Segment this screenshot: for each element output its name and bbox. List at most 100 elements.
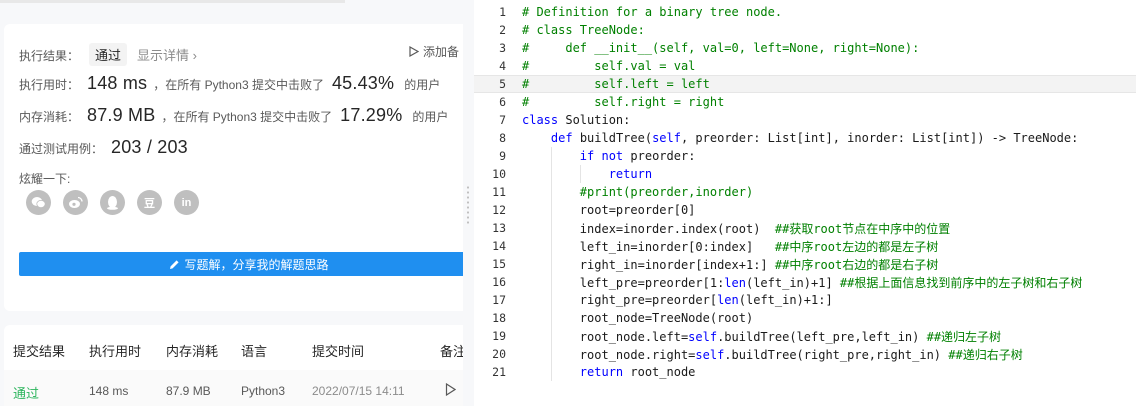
table-row[interactable]: 通过 148 ms 87.9 MB Python3 2022/07/15 14:… <box>4 370 463 406</box>
indent-guide <box>550 183 552 201</box>
memory-suffix: 的用户 <box>412 110 449 124</box>
line-number: 3 <box>499 41 506 55</box>
code-line[interactable]: 15 right_in=inorder[index+1:] ##中序root右边… <box>474 255 1136 273</box>
indent-guide <box>550 327 552 345</box>
share-row-label: 炫耀一下: <box>19 170 70 187</box>
indent-guide <box>550 255 552 273</box>
code-line[interactable]: 11 #print(preorder,inorder) <box>474 183 1136 201</box>
show-details-link[interactable]: 显示详情 › <box>137 45 197 64</box>
code-text: if not preorder: <box>579 149 696 163</box>
memory-row: 内存消耗： 87.9 MB ，在所有 Python3 提交中击败了 17.29%… <box>19 105 448 126</box>
col-header-runtime: 执行用时 <box>89 344 142 359</box>
linkedin-icon[interactable]: in <box>174 190 199 215</box>
play-icon <box>409 46 419 57</box>
code-text: return root_node <box>579 365 696 379</box>
code-editor[interactable]: 1 # Definition for a binary tree node. 2 # … <box>474 0 1136 406</box>
code-line[interactable]: 1 # Definition for a binary tree node. <box>474 3 1136 21</box>
row-language: Python3 <box>241 384 286 398</box>
code-text: root_node=TreeNode(root) <box>522 311 754 325</box>
code-line[interactable]: 7 class Solution: <box>474 111 1136 129</box>
line-number: 17 <box>492 293 506 307</box>
col-header-memory: 内存消耗 <box>166 344 219 359</box>
line-number: 15 <box>492 257 506 271</box>
write-solution-label: 写题解，分享我的解题思路 <box>184 257 329 272</box>
col-header-note: 备注 <box>440 344 463 359</box>
line-number: 13 <box>492 221 506 235</box>
col-header-language: 语言 <box>241 344 268 359</box>
code-lines: 1 # Definition for a binary tree node. 2 # … <box>474 3 1136 381</box>
code-text: # self.right = right <box>522 95 725 109</box>
code-line[interactable]: 2 # class TreeNode: <box>474 21 1136 39</box>
code-line[interactable]: 14 left_in=inorder[0:index] ##中序root左边的都… <box>474 237 1136 255</box>
line-number: 2 <box>499 23 506 37</box>
code-line[interactable]: 18 root_node=TreeNode(root) <box>474 309 1136 327</box>
write-solution-button[interactable]: 写题解，分享我的解题思路 <box>19 252 463 276</box>
code-text: index=inorder.index(root) ##获取root节点在中序中… <box>522 221 951 236</box>
code-text: right_pre=preorder[len(left_in)+1:] <box>522 293 833 307</box>
runtime-value: 148 ms <box>87 73 148 93</box>
code-line[interactable]: 5 # self.left = left <box>474 75 1136 93</box>
douban-icon[interactable]: 豆 <box>137 190 162 215</box>
play-icon[interactable] <box>445 383 456 396</box>
tests-label: 通过测试用例： <box>19 142 104 156</box>
add-note-button[interactable]: 添加备 <box>409 43 459 60</box>
row-status-link[interactable]: 通过 <box>13 383 39 402</box>
runtime-suffix: 的用户 <box>404 78 441 92</box>
row-memory: 87.9 MB <box>166 384 211 398</box>
code-line[interactable]: 20 root_node.right=self.buildTree(right_… <box>474 345 1136 363</box>
indent-guide <box>550 363 552 381</box>
code-line[interactable]: 19 root_node.left=self.buildTree(left_pr… <box>474 327 1136 345</box>
code-line[interactable]: 6 # self.right = right <box>474 93 1136 111</box>
code-text: def buildTree(self, preorder: List[int],… <box>550 131 1079 145</box>
code-line[interactable]: 3 # def __init__(self, val=0, left=None, … <box>474 39 1136 57</box>
line-number: 11 <box>492 185 506 199</box>
left-panel: 执行结果： 通过 显示详情 › 添加备 执行用时： 148 ms ，在所有 Py… <box>0 0 463 406</box>
code-text: root_node.left=self.buildTree(left_pre,l… <box>522 329 1002 344</box>
code-line[interactable]: 4 # self.val = val <box>474 57 1136 75</box>
line-number: 9 <box>499 149 506 163</box>
weibo-icon[interactable] <box>63 190 88 215</box>
line-number: 21 <box>492 365 506 379</box>
resize-handle[interactable] <box>467 185 469 225</box>
line-number: 19 <box>492 329 506 343</box>
submissions-table: 提交结果 执行用时 内存消耗 语言 提交时间 备注 通过 148 ms 87.9… <box>4 325 463 406</box>
col-header-status: 提交结果 <box>13 344 66 359</box>
line-number: 18 <box>492 311 506 325</box>
code-text: root_node.right=self.buildTree(right_pre… <box>522 347 1023 362</box>
wechat-icon[interactable] <box>26 190 51 215</box>
code-line[interactable]: 12 root=preorder[0] <box>474 201 1136 219</box>
line-number: 20 <box>492 347 506 361</box>
row-time: 2022/07/15 14:11 <box>312 384 405 398</box>
qq-icon[interactable] <box>100 190 125 215</box>
code-line[interactable]: 9 if not preorder: <box>474 147 1136 165</box>
status-badge: 通过 <box>89 43 128 66</box>
line-number: 4 <box>499 59 506 73</box>
linkedin-glyph: in <box>181 196 192 209</box>
code-text: left_pre=preorder[1:len(left_in)+1] ##根据… <box>522 275 1083 290</box>
code-text: class Solution: <box>522 113 631 127</box>
runtime-text: ，在所有 Python3 提交中击败了 <box>153 78 324 92</box>
code-line[interactable]: 13 index=inorder.index(root) ##获取root节点在… <box>474 219 1136 237</box>
row-runtime: 148 ms <box>89 384 129 398</box>
indent-guide <box>550 345 552 363</box>
code-line[interactable]: 16 left_pre=preorder[1:len(left_in)+1] #… <box>474 273 1136 291</box>
code-line[interactable]: 8 def buildTree(self, preorder: List[int… <box>474 129 1136 147</box>
code-text: root=preorder[0] <box>522 203 696 217</box>
line-number: 14 <box>492 239 506 253</box>
memory-text: ，在所有 Python3 提交中击败了 <box>161 110 333 124</box>
line-number: 6 <box>499 95 506 109</box>
code-line[interactable]: 17 right_pre=preorder[len(left_in)+1:] <box>474 291 1136 309</box>
tests-value: 203 / 203 <box>111 137 188 157</box>
indent-guide <box>550 201 552 219</box>
col-header-time: 提交时间 <box>312 344 365 359</box>
code-text: # self.left = left <box>522 77 710 91</box>
share-buttons: 豆 in <box>26 190 199 215</box>
runtime-row: 执行用时： 148 ms ，在所有 Python3 提交中击败了 45.43% … <box>19 73 440 94</box>
indent-guide <box>550 309 552 327</box>
code-line[interactable]: 10 return <box>474 165 1136 183</box>
code-line[interactable]: 21 return root_node <box>474 363 1136 381</box>
share-label: 炫耀一下: <box>19 172 71 186</box>
code-text: # self.val = val <box>522 59 696 73</box>
indent-guide <box>550 273 552 291</box>
code-text: #print(preorder,inorder) <box>522 185 754 199</box>
